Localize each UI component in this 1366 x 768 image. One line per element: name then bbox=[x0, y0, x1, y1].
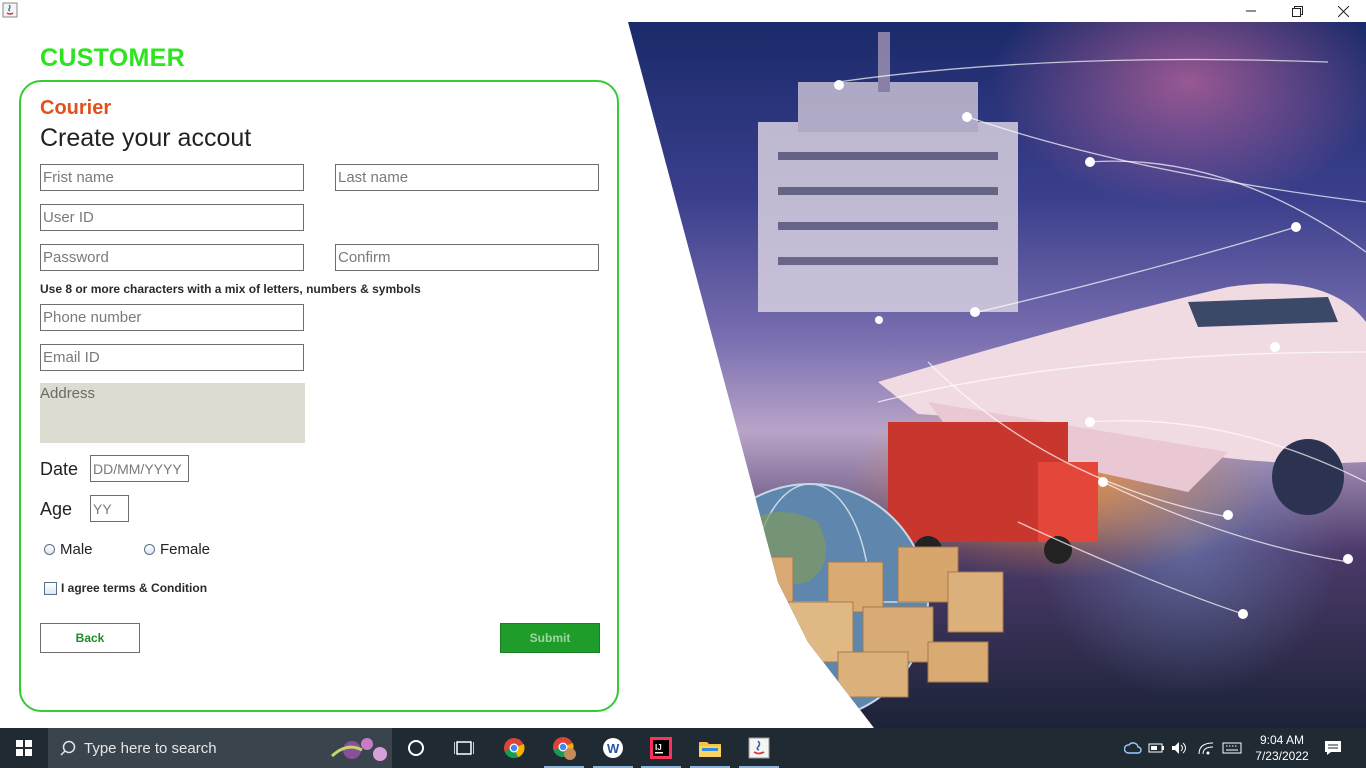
gender-female-radio[interactable]: Female bbox=[144, 541, 210, 558]
close-icon bbox=[1337, 5, 1349, 17]
battery-icon bbox=[1148, 743, 1164, 753]
clock-date: 7/23/2022 bbox=[1255, 749, 1309, 763]
terms-checkbox[interactable]: I agree terms & Condition bbox=[44, 581, 207, 595]
windows-start-icon bbox=[16, 740, 32, 756]
checkbox-icon bbox=[44, 581, 57, 595]
user-id-field[interactable]: User ID bbox=[40, 204, 304, 231]
brand-label: Courier bbox=[40, 97, 112, 119]
task-view-icon bbox=[454, 741, 474, 755]
password-field[interactable]: Password bbox=[40, 244, 304, 271]
svg-text:IJ: IJ bbox=[655, 743, 662, 752]
taskbar-cortana[interactable] bbox=[392, 728, 440, 768]
onedrive-icon bbox=[1124, 742, 1142, 754]
truck-illustration bbox=[888, 422, 1098, 564]
tray-keyboard[interactable] bbox=[1222, 738, 1242, 758]
taskbar-chrome-profile[interactable] bbox=[540, 728, 588, 768]
password-hint: Use 8 or more characters with a mix of l… bbox=[40, 282, 421, 296]
java-icon bbox=[2, 2, 18, 18]
chrome-profile-icon bbox=[553, 737, 576, 760]
gender-male-radio[interactable]: Male bbox=[44, 541, 93, 558]
phone-field[interactable]: Phone number bbox=[40, 304, 304, 331]
tray-wifi[interactable] bbox=[1196, 738, 1216, 758]
close-button[interactable] bbox=[1320, 0, 1366, 22]
first-name-field[interactable]: Frist name bbox=[40, 164, 304, 191]
search-icon bbox=[60, 740, 76, 756]
taskbar-task-view[interactable] bbox=[440, 728, 488, 768]
minimize-button[interactable] bbox=[1228, 0, 1274, 22]
search-highlight-icon bbox=[330, 738, 387, 761]
taskbar-intellij[interactable]: IJ bbox=[637, 728, 685, 768]
notification-icon bbox=[1325, 741, 1341, 755]
tray-battery[interactable] bbox=[1147, 738, 1167, 758]
tray-onedrive[interactable] bbox=[1123, 738, 1143, 758]
java-icon bbox=[748, 737, 770, 759]
window-controls bbox=[1228, 0, 1366, 22]
ship-illustration bbox=[758, 32, 1018, 312]
date-field[interactable]: DD/MM/YYYY bbox=[90, 455, 189, 482]
age-label: Age bbox=[40, 499, 73, 519]
submit-button[interactable]: Submit bbox=[500, 623, 600, 653]
radio-button-icon bbox=[144, 544, 155, 555]
restore-icon bbox=[1291, 5, 1303, 17]
minimize-icon bbox=[1246, 10, 1256, 12]
wifi-icon bbox=[1198, 742, 1214, 755]
date-label: Date bbox=[40, 459, 79, 479]
taskbar-clock[interactable]: 9:04 AM 7/23/2022 bbox=[1252, 732, 1312, 764]
search-placeholder: Type here to search bbox=[84, 739, 217, 757]
keyboard-icon bbox=[1222, 742, 1242, 754]
taskbar-word[interactable]: W bbox=[589, 728, 637, 768]
hero-image bbox=[628, 22, 1366, 728]
address-field[interactable]: Address bbox=[40, 383, 305, 443]
start-button[interactable] bbox=[0, 728, 48, 768]
cortana-icon bbox=[408, 740, 424, 756]
radio-button-icon bbox=[44, 544, 55, 555]
taskbar-file-explorer[interactable] bbox=[686, 728, 734, 768]
intellij-icon: IJ bbox=[650, 737, 672, 759]
clock-time: 9:04 AM bbox=[1259, 733, 1305, 747]
taskbar-java[interactable] bbox=[735, 728, 783, 768]
page-title: CUSTOMER bbox=[40, 44, 186, 72]
svg-text:W: W bbox=[607, 741, 620, 756]
email-field[interactable]: Email ID bbox=[40, 344, 304, 371]
restore-button[interactable] bbox=[1274, 0, 1320, 22]
form-heading: Create your accout bbox=[40, 124, 252, 152]
terms-label: I agree terms & Condition bbox=[61, 581, 208, 595]
taskbar-search[interactable]: Type here to search bbox=[48, 728, 392, 768]
last-name-field[interactable]: Last name bbox=[335, 164, 599, 191]
tray-notifications[interactable] bbox=[1323, 738, 1343, 758]
file-explorer-icon bbox=[699, 742, 721, 757]
back-button[interactable]: Back bbox=[40, 623, 140, 653]
confirm-password-field[interactable]: Confirm bbox=[335, 244, 599, 271]
word-icon: W bbox=[603, 738, 623, 758]
gender-female-label: Female bbox=[160, 541, 211, 558]
gender-male-label: Male bbox=[60, 541, 93, 558]
taskbar: Type here to search W IJ 9:04 AM 7/23/20… bbox=[0, 728, 1366, 768]
age-field[interactable]: YY bbox=[90, 495, 129, 522]
volume-icon bbox=[1172, 742, 1186, 754]
tray-volume[interactable] bbox=[1170, 738, 1190, 758]
chrome-icon bbox=[504, 738, 525, 759]
taskbar-chrome[interactable] bbox=[490, 728, 538, 768]
